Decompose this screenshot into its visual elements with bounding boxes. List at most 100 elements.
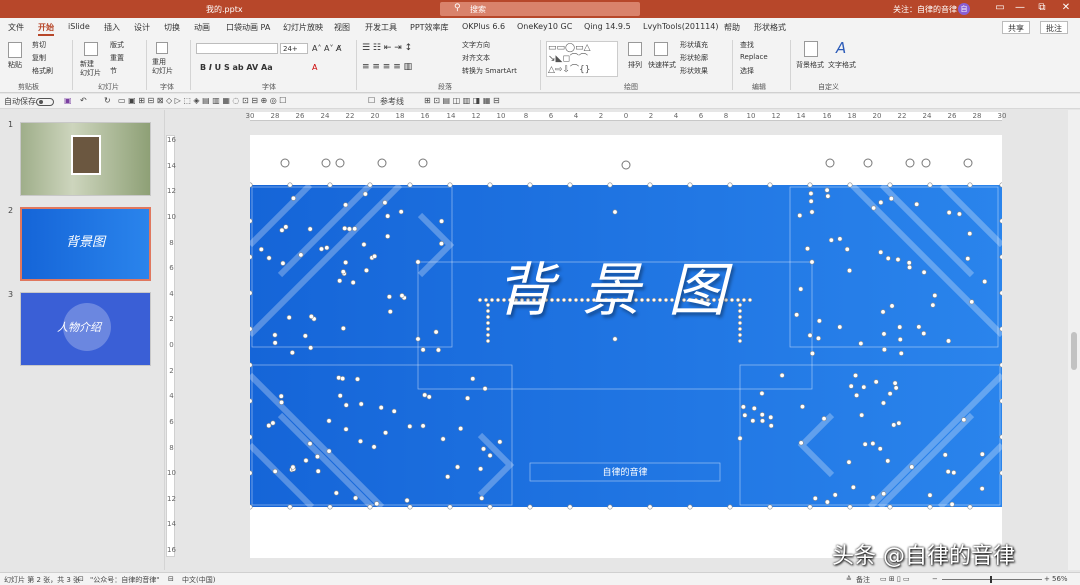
tab-help[interactable]: 帮助: [724, 22, 740, 33]
new-slide-button[interactable]: 新建 幻灯片: [80, 60, 104, 78]
selection-handle[interactable]: [426, 394, 432, 400]
selection-handle[interactable]: [816, 318, 822, 324]
zoom-slider-thumb[interactable]: [990, 576, 992, 583]
selection-handle[interactable]: [881, 491, 887, 497]
selection-handle[interactable]: [250, 362, 253, 368]
selection-handle[interactable]: [290, 195, 296, 201]
selection-handle[interactable]: [352, 226, 358, 232]
tab-design[interactable]: 设计: [134, 22, 150, 33]
text-format-button[interactable]: 文字格式: [828, 60, 856, 70]
selection-handle[interactable]: [927, 492, 933, 498]
selection-handle[interactable]: [372, 253, 378, 259]
undo-icon[interactable]: ↶: [80, 96, 87, 105]
selection-handle[interactable]: [435, 347, 441, 353]
selection-handle[interactable]: [314, 454, 320, 460]
selection-handle[interactable]: [324, 245, 330, 251]
selection-handle[interactable]: [967, 182, 973, 188]
selection-handle[interactable]: [979, 486, 985, 492]
notes-button[interactable]: 备注: [856, 575, 870, 585]
selection-handle[interactable]: [382, 200, 388, 206]
tab-ppt-efficiency[interactable]: PPT效率库: [410, 22, 449, 33]
selection-handle[interactable]: [371, 444, 377, 450]
selection-handle[interactable]: [859, 412, 865, 418]
selection-handle[interactable]: [497, 439, 503, 445]
restore-button[interactable]: ⧉: [1032, 2, 1052, 13]
selection-handle[interactable]: [871, 205, 877, 211]
selection-handle[interactable]: [999, 254, 1002, 260]
selection-handle[interactable]: [742, 412, 748, 418]
selection-handle[interactable]: [946, 338, 952, 344]
selection-handle[interactable]: [807, 182, 813, 188]
selection-handle[interactable]: [847, 268, 853, 274]
selection-handle[interactable]: [420, 423, 426, 429]
selection-handle[interactable]: [809, 350, 815, 356]
selection-handle[interactable]: [942, 452, 948, 458]
selection-handle[interactable]: [837, 324, 843, 330]
vertical-scrollbar[interactable]: [1068, 110, 1080, 570]
quick-styles-icon[interactable]: [654, 42, 668, 56]
selection-handle[interactable]: [760, 418, 766, 424]
selection-handle[interactable]: [279, 227, 285, 233]
slide-canvas[interactable]: 背景图 自律的音律: [250, 135, 1002, 558]
selection-handle[interactable]: [340, 376, 346, 382]
tab-qing[interactable]: Qing 14.9.5: [584, 22, 631, 31]
rotate-handle-icon[interactable]: [335, 158, 345, 168]
selection-handle[interactable]: [921, 330, 927, 336]
selection-handle[interactable]: [336, 375, 342, 381]
view-buttons[interactable]: ▭ ⊞ ▯ ▭: [880, 575, 910, 583]
tab-pocket-animation[interactable]: 口袋动画 PA: [226, 22, 270, 33]
selection-handle[interactable]: [832, 492, 838, 498]
selection-handle[interactable]: [999, 470, 1002, 476]
selection-handle[interactable]: [343, 202, 349, 208]
selection-handle[interactable]: [404, 497, 410, 503]
bullets-button[interactable]: ☰ ☷ ⇤ ⇥ ↕: [362, 43, 412, 53]
selection-handle[interactable]: [363, 267, 369, 273]
selection-handle[interactable]: [607, 504, 613, 510]
selection-handle[interactable]: [353, 495, 359, 501]
selection-handle[interactable]: [307, 226, 313, 232]
selection-handle[interactable]: [794, 312, 800, 318]
selection-handle[interactable]: [333, 490, 339, 496]
selection-handle[interactable]: [303, 457, 309, 463]
selection-handle[interactable]: [455, 464, 461, 470]
selection-handle[interactable]: [327, 182, 333, 188]
selection-handle[interactable]: [337, 278, 343, 284]
selection-handle[interactable]: [250, 504, 253, 510]
selection-handle[interactable]: [854, 392, 860, 398]
selection-handle[interactable]: [250, 434, 253, 440]
tab-okplus[interactable]: OKPlus 6.6: [462, 22, 505, 31]
selection-handle[interactable]: [487, 504, 493, 510]
selection-handle[interactable]: [391, 408, 397, 414]
more-tools-icons[interactable]: ⊞ ⊡ ▤ ◫ ▥ ◨ ▦ ⊟: [424, 96, 500, 105]
rotate-handle-icon[interactable]: [905, 158, 915, 168]
selection-handle[interactable]: [798, 286, 804, 292]
rotate-handle-icon[interactable]: [377, 158, 387, 168]
selection-handle[interactable]: [897, 337, 903, 343]
selection-handle[interactable]: [858, 340, 864, 346]
selection-handle[interactable]: [967, 231, 973, 237]
selection-handle[interactable]: [999, 218, 1002, 224]
reuse-slides-button[interactable]: 重用 幻灯片: [152, 58, 173, 76]
rotate-handle-icon[interactable]: [921, 158, 931, 168]
format-painter-button[interactable]: 格式刷: [32, 66, 53, 76]
selection-handle[interactable]: [896, 420, 902, 426]
text-format-icon[interactable]: A: [836, 39, 846, 57]
find-button[interactable]: 查找: [740, 40, 754, 50]
ref-line-checkbox[interactable]: ☐: [368, 96, 375, 105]
selection-handle[interactable]: [881, 347, 887, 353]
grow-font-button[interactable]: A˄ A˅ A̸: [312, 44, 342, 53]
selection-handle[interactable]: [250, 254, 253, 260]
ribbon-display-icon[interactable]: ▭: [990, 2, 1010, 13]
selection-handle[interactable]: [407, 504, 413, 510]
selection-handle[interactable]: [767, 504, 773, 510]
slide-subtitle[interactable]: 自律的音律: [530, 465, 720, 479]
selection-handle[interactable]: [286, 315, 292, 321]
selection-handle[interactable]: [439, 218, 445, 224]
selection-handle[interactable]: [979, 451, 985, 457]
selection-handle[interactable]: [951, 470, 957, 476]
selection-handle[interactable]: [346, 226, 352, 232]
tab-home[interactable]: 开始: [38, 22, 54, 36]
selection-handle[interactable]: [343, 426, 349, 432]
language-label[interactable]: 中文(中国): [182, 575, 215, 585]
selection-handle[interactable]: [326, 418, 332, 424]
